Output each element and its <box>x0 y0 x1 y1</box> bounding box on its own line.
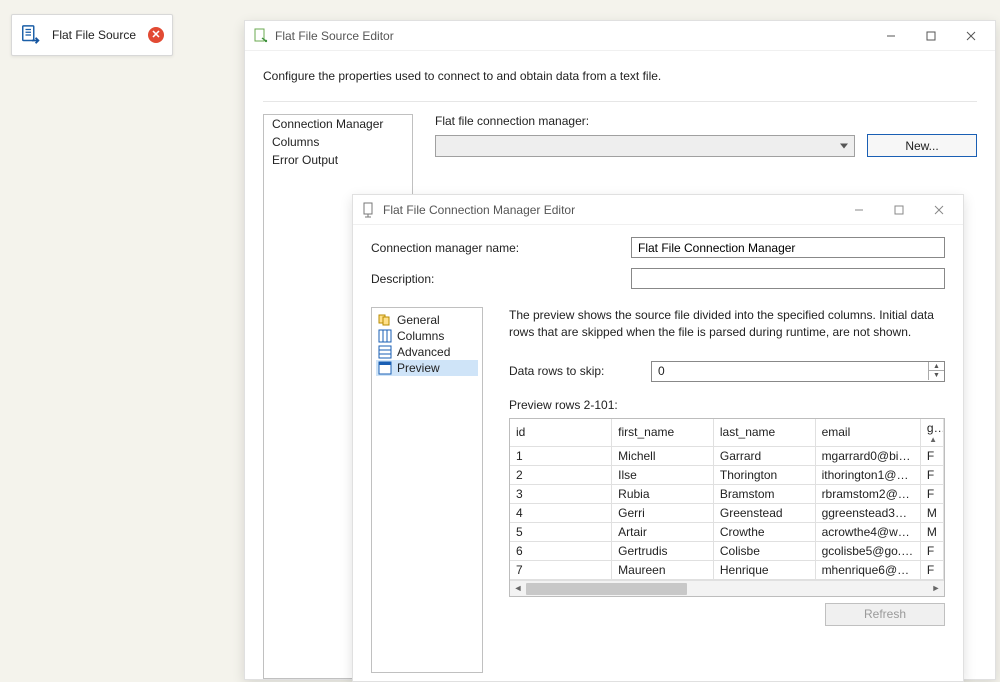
horizontal-scrollbar[interactable]: ◄ ► <box>510 580 944 596</box>
connection-name-label: Connection manager name: <box>371 241 631 255</box>
window-title: Flat File Source Editor <box>275 29 871 43</box>
table-row[interactable]: 1MichellGarrardmgarrard0@bible...F <box>510 446 944 465</box>
advanced-icon <box>378 345 392 359</box>
scroll-left-icon[interactable]: ◄ <box>510 581 526 596</box>
preview-rows-label: Preview rows 2-101: <box>509 398 945 412</box>
window-title: Flat File Connection Manager Editor <box>383 203 839 217</box>
scroll-right-icon[interactable]: ► <box>928 581 944 596</box>
table-row[interactable]: 2IlseThoringtonithorington1@col...F <box>510 465 944 484</box>
connection-icon <box>361 202 377 218</box>
col-header-first-name[interactable]: first_name <box>612 419 714 447</box>
table-row[interactable]: 6GertrudisColisbegcolisbe5@go.comF <box>510 541 944 560</box>
close-button[interactable] <box>919 196 959 224</box>
nav-item-columns[interactable]: Columns <box>264 133 412 151</box>
nav-item-general[interactable]: General <box>376 312 478 328</box>
table-row[interactable]: 7MaureenHenriquemhenrique6@slid...F <box>510 560 944 579</box>
description-input[interactable] <box>631 268 945 289</box>
nav-item-preview[interactable]: Preview <box>376 360 478 376</box>
document-arrow-icon <box>20 24 42 46</box>
cm-nav: General Columns Advanced <box>371 307 483 673</box>
table-row[interactable]: 4GerriGreensteadggreenstead3@p...M <box>510 503 944 522</box>
maximize-button[interactable] <box>911 22 951 50</box>
spinner-down-icon: ▼ <box>929 371 944 380</box>
refresh-button[interactable]: Refresh <box>825 603 945 626</box>
spinner-up-icon: ▲ <box>929 362 944 371</box>
description-label: Description: <box>371 272 631 286</box>
preview-icon <box>378 361 392 375</box>
general-icon <box>378 313 392 327</box>
error-badge-icon: ✕ <box>148 27 164 43</box>
maximize-button[interactable] <box>879 196 919 224</box>
document-icon <box>253 28 269 44</box>
connection-name-input[interactable] <box>631 237 945 258</box>
skip-rows-input[interactable]: 0 ▲▼ <box>651 361 945 382</box>
preview-grid[interactable]: id first_name last_name email ge▲ 1Miche… <box>509 418 945 597</box>
col-header-id[interactable]: id <box>510 419 612 447</box>
sort-up-icon: ▲ <box>929 435 937 444</box>
component-label: Flat File Source <box>52 28 140 42</box>
columns-icon <box>378 329 392 343</box>
close-button[interactable] <box>951 22 991 50</box>
connection-manager-dropdown[interactable] <box>435 135 855 157</box>
minimize-button[interactable] <box>839 196 879 224</box>
editor-description: Configure the properties used to connect… <box>263 69 977 83</box>
nav-item-advanced[interactable]: Advanced <box>376 344 478 360</box>
nav-item-connection-manager[interactable]: Connection Manager <box>264 115 412 133</box>
minimize-button[interactable] <box>871 22 911 50</box>
nav-item-error-output[interactable]: Error Output <box>264 151 412 169</box>
table-row[interactable]: 5ArtairCrowtheacrowthe4@weib...M <box>510 522 944 541</box>
col-header-last-name[interactable]: last_name <box>713 419 815 447</box>
preview-description: The preview shows the source file divide… <box>509 307 945 341</box>
connection-manager-editor-window: Flat File Connection Manager Editor Conn… <box>352 194 964 682</box>
col-header-email[interactable]: email <box>815 419 920 447</box>
connection-manager-label: Flat file connection manager: <box>435 114 589 128</box>
titlebar[interactable]: Flat File Source Editor <box>245 21 995 51</box>
table-row[interactable]: 3RubiaBramstomrbramstom2@alte...F <box>510 484 944 503</box>
new-button[interactable]: New... <box>867 134 977 157</box>
skip-rows-label: Data rows to skip: <box>509 364 639 378</box>
titlebar[interactable]: Flat File Connection Manager Editor <box>353 195 963 225</box>
grid-header-row: id first_name last_name email ge▲ <box>510 419 944 447</box>
flat-file-source-node[interactable]: Flat File Source ✕ <box>11 14 173 56</box>
col-header-gender[interactable]: ge▲ <box>920 419 943 447</box>
nav-item-columns[interactable]: Columns <box>376 328 478 344</box>
